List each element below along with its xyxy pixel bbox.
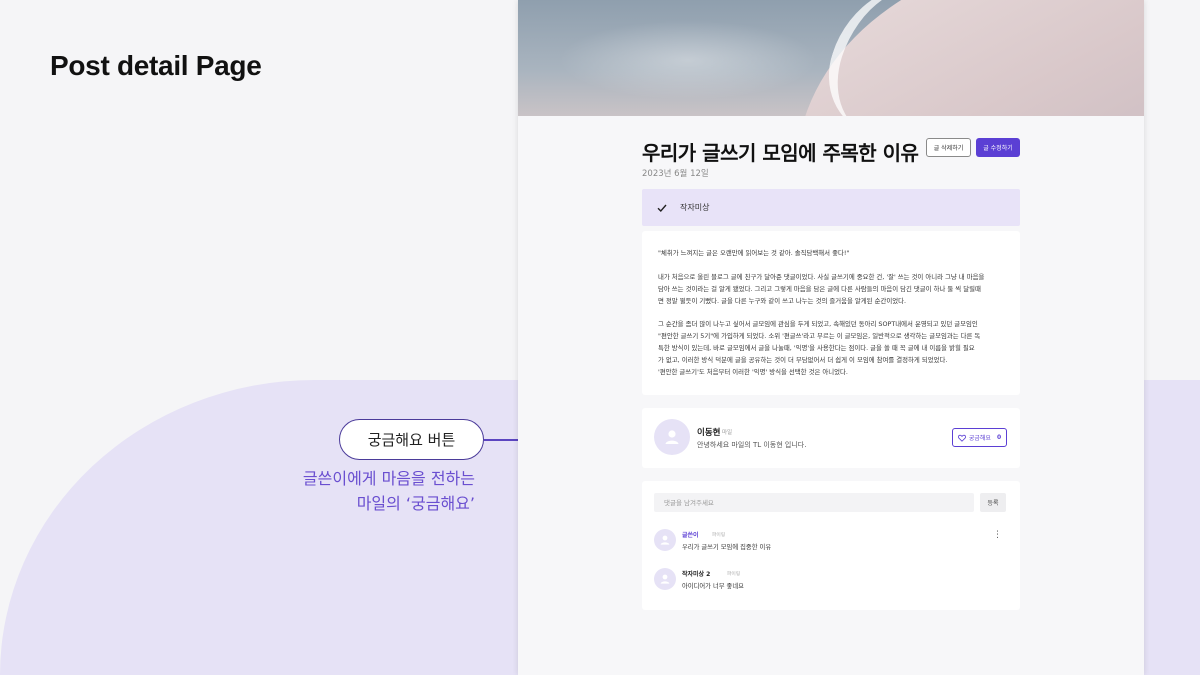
comment-author: 글쓴이 (682, 532, 699, 539)
user-icon (660, 574, 670, 584)
hero-image (518, 0, 1144, 116)
comment-item: 글쓴이 파이팅 우리가 글쓰기 모임에 집중한 이유 ⋮ (654, 529, 1014, 553)
user-icon (660, 535, 670, 545)
comment-section: 등록 글쓴이 파이팅 우리가 글쓰기 모임에 집중한 이유 ⋮ 작자미상 2 파… (642, 481, 1020, 610)
post-content: "체취가 느껴지는 글은 오랜만에 읽어보는 것 같아. 솔직담백해서 좋다!"… (642, 231, 1020, 395)
callout-desc-line2: 마일의 ‘궁금해요’ (356, 494, 475, 513)
comment-role: 파이팅 (727, 572, 741, 577)
post-date: 2023년 6월 12일 (642, 169, 709, 179)
avatar (654, 568, 676, 590)
delete-post-button[interactable]: 글 삭제하기 (926, 138, 971, 157)
comment-submit-button[interactable]: 등록 (980, 493, 1006, 512)
callout-description: 글쓴이에게 마음을 전하는 마일의 ‘궁금해요’ (303, 466, 475, 516)
post-paragraph: 내가 처음으로 올린 블로그 글에 친구가 달아준 댓글이었다. 사실 글쓰기에… (658, 272, 985, 305)
slide-title: Post detail Page (50, 50, 262, 81)
post-title: 우리가 글쓰기 모임에 주목한 이유 (642, 141, 919, 165)
comment-text: 아이디어가 너무 좋네요 (682, 583, 744, 590)
comment-role: 파이팅 (712, 533, 726, 538)
callout-label: 궁금해요 버튼 (339, 419, 484, 460)
post-paragraph: 그 순간을 좀더 많이 나누고 싶어서 글모임에 관심을 두게 되었고, 속해있… (658, 320, 981, 377)
more-options-icon[interactable]: ⋮ (993, 531, 1002, 540)
post-detail-page: 우리가 글쓰기 모임에 주목한 이유 2023년 6월 12일 글 삭제하기 글… (518, 0, 1144, 675)
avatar (654, 529, 676, 551)
author-name: 이동현 (697, 428, 721, 438)
heart-icon (957, 434, 966, 442)
curious-button-label: 궁금해요 (968, 435, 991, 442)
curious-count: 0 (996, 434, 1002, 441)
writer-tag-bar: 작자미상 (642, 189, 1020, 226)
callout-desc-line1: 글쓴이에게 마음을 전하는 (302, 469, 475, 488)
edit-post-button[interactable]: 글 수정하기 (976, 138, 1020, 157)
avatar (654, 419, 690, 455)
comment-author: 작자미상 2 (682, 571, 711, 578)
user-icon (665, 430, 679, 444)
comment-input[interactable] (654, 493, 974, 512)
comment-text: 우리가 글쓰기 모임에 집중한 이유 (682, 544, 772, 551)
author-card: 이동현 마일 안녕하세요 마일의 TL 이동현 입니다. 궁금해요 0 (642, 408, 1020, 468)
curious-button[interactable]: 궁금해요 0 (952, 428, 1007, 447)
post-paragraph: "체취가 느껴지는 글은 오랜만에 읽어보는 것 같아. 솔직담백해서 좋다!" (658, 249, 850, 257)
author-role: 마일 (722, 430, 733, 436)
author-intro: 안녕하세요 마일의 TL 이동현 입니다. (697, 441, 807, 449)
writer-tag-label: 작자미상 (680, 203, 710, 212)
check-icon (656, 202, 668, 214)
comment-item: 작자미상 2 파이팅 아이디어가 너무 좋네요 (654, 568, 1014, 592)
